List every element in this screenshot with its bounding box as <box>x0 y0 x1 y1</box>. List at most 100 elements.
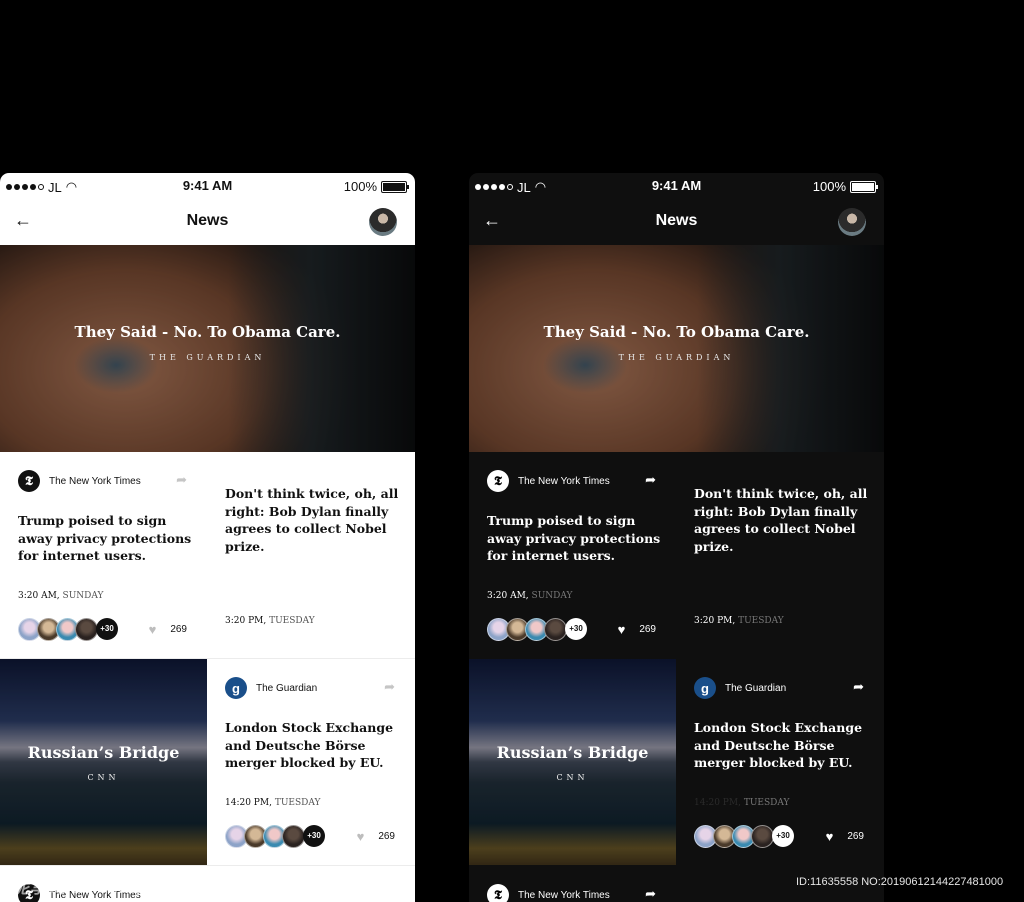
share-icon[interactable]: ➦ <box>645 472 656 488</box>
social-row: +30 ♥ 269 <box>18 617 187 641</box>
nyt-logo-icon: 𝕿 <box>487 470 509 492</box>
like-group: ♥ 269 <box>357 829 395 844</box>
phone-light: JL ◠ 9:41 AM 100% ← News They Said - No.… <box>0 173 415 902</box>
avatar <box>282 824 305 848</box>
image-article-card[interactable]: Russian’s Bridge CNN <box>0 659 207 865</box>
publisher-name: The Guardian <box>256 682 318 694</box>
watermark: 昵享网 www.nipic.cn <box>12 878 192 897</box>
battery-icon <box>850 180 878 193</box>
day: SUNDAY <box>531 591 573 601</box>
time: 3:20 AM, <box>18 591 60 601</box>
hero-article[interactable]: They Said - No. To Obama Care. THE GUARD… <box>0 245 415 452</box>
status-bar: JL ◠ 9:41 AM 100% <box>469 173 884 199</box>
avatar <box>75 617 98 641</box>
reader-avatars[interactable]: +30 <box>694 824 794 848</box>
hero-source: THE GUARDIAN <box>149 353 266 362</box>
share-icon[interactable]: ➦ <box>384 679 395 695</box>
publisher-name: The New York Times <box>518 889 610 901</box>
image-id-label: ID:11635558 NO:20190612144227481000 <box>796 876 1004 888</box>
article-card-text[interactable]: Don't think twice, oh, all right: Bob Dy… <box>676 452 884 658</box>
time: 3:20 PM, <box>694 616 736 626</box>
time: 14:20 PM, <box>225 798 272 808</box>
publisher: 𝕿 The New York Times <box>487 884 610 902</box>
publisher-name: The New York Times <box>49 475 141 487</box>
heart-icon[interactable]: ♥ <box>357 829 365 844</box>
publisher: 𝕿 The New York Times <box>18 470 141 492</box>
battery-icon <box>381 180 409 193</box>
time: 3:20 AM, <box>487 591 529 601</box>
page-title: News <box>655 212 698 229</box>
publisher-name: The Guardian <box>725 682 787 694</box>
article-card-guardian[interactable]: g The Guardian ➦ London Stock Exchange a… <box>676 659 884 865</box>
day: TUESDAY <box>743 798 790 808</box>
hero-title: They Said - No. To Obama Care. <box>74 323 341 341</box>
article-headline: London Stock Exchange and Deutsche Börse… <box>225 720 394 770</box>
more-readers-count: +30 <box>96 617 118 640</box>
hero-title: They Said - No. To Obama Care. <box>543 323 810 341</box>
article-card-text[interactable]: Don't think twice, oh, all right: Bob Dy… <box>207 452 415 658</box>
guardian-logo-icon: g <box>225 677 247 699</box>
like-count: 269 <box>639 623 656 635</box>
nyt-logo-icon: 𝕿 <box>487 884 509 902</box>
heart-icon[interactable]: ♥ <box>618 622 626 637</box>
like-group: ♥ 269 <box>618 622 656 637</box>
day: SUNDAY <box>62 591 104 601</box>
avatar <box>544 617 567 641</box>
article-headline: Don't think twice, oh, all right: Bob Dy… <box>225 486 399 554</box>
share-icon[interactable]: ➦ <box>645 886 656 902</box>
hero-overlay <box>0 245 415 452</box>
article-timestamp: 14:20 PM, TUESDAY <box>694 798 789 808</box>
publisher: g The Guardian <box>694 677 786 699</box>
share-icon[interactable]: ➦ <box>176 472 187 488</box>
guardian-logo-icon: g <box>694 677 716 699</box>
hero-overlay <box>469 245 884 452</box>
like-count: 269 <box>170 623 187 635</box>
article-card-nyt[interactable]: 𝕿 The New York Times ➦ Trump poised to s… <box>469 452 676 658</box>
page-title: News <box>186 212 229 229</box>
navbar: ← News <box>0 199 415 245</box>
profile-avatar[interactable] <box>369 208 397 236</box>
like-count: 269 <box>378 830 395 842</box>
day: TUESDAY <box>738 616 784 626</box>
article-headline: Trump poised to sign away privacy protec… <box>18 513 192 563</box>
article-headline: London Stock Exchange and Deutsche Börse… <box>694 720 863 770</box>
share-icon[interactable]: ➦ <box>853 679 864 695</box>
nyt-logo-icon: 𝕿 <box>18 470 40 492</box>
time: 3:20 PM, <box>225 616 267 626</box>
like-count: 269 <box>847 830 864 842</box>
reader-avatars[interactable]: +30 <box>18 617 118 641</box>
battery-label: 100% <box>812 179 846 194</box>
publisher: g The Guardian <box>225 677 317 699</box>
article-card-nyt-partial[interactable]: 𝕿 The New York Times ➦ <box>469 866 676 902</box>
profile-avatar[interactable] <box>838 208 866 236</box>
more-readers-count: +30 <box>772 824 794 847</box>
publisher-name: The New York Times <box>518 475 610 487</box>
like-group: ♥ 269 <box>149 622 187 637</box>
article-headline: Trump poised to sign away privacy protec… <box>487 513 661 563</box>
article-timestamp: 3:20 PM, TUESDAY <box>225 616 315 626</box>
article-card-nyt[interactable]: 𝕿 The New York Times ➦ Trump poised to s… <box>0 452 207 658</box>
like-group: ♥ 269 <box>826 829 864 844</box>
heart-icon[interactable]: ♥ <box>826 829 834 844</box>
image-title: Russian’s Bridge <box>496 743 649 762</box>
more-readers-count: +30 <box>303 824 325 847</box>
heart-icon[interactable]: ♥ <box>149 622 157 637</box>
battery-label: 100% <box>343 179 377 194</box>
image-overlay <box>0 659 207 865</box>
image-source: CNN <box>556 773 589 782</box>
navbar: ← News <box>469 199 884 245</box>
image-source: CNN <box>87 773 120 782</box>
publisher: 𝕿 The New York Times <box>487 470 610 492</box>
status-right: 100% <box>343 179 409 194</box>
more-readers-count: +30 <box>565 617 587 640</box>
article-timestamp: 3:20 AM, SUNDAY <box>487 591 572 601</box>
image-title: Russian’s Bridge <box>27 743 180 762</box>
hero-article[interactable]: They Said - No. To Obama Care. THE GUARD… <box>469 245 884 452</box>
status-bar: JL ◠ 9:41 AM 100% <box>0 173 415 199</box>
image-article-card[interactable]: Russian’s Bridge CNN <box>469 659 676 865</box>
day: TUESDAY <box>274 798 321 808</box>
reader-avatars[interactable]: +30 <box>487 617 587 641</box>
reader-avatars[interactable]: +30 <box>225 824 325 848</box>
article-headline: Don't think twice, oh, all right: Bob Dy… <box>694 486 868 554</box>
article-card-guardian[interactable]: g The Guardian ➦ London Stock Exchange a… <box>207 659 415 865</box>
